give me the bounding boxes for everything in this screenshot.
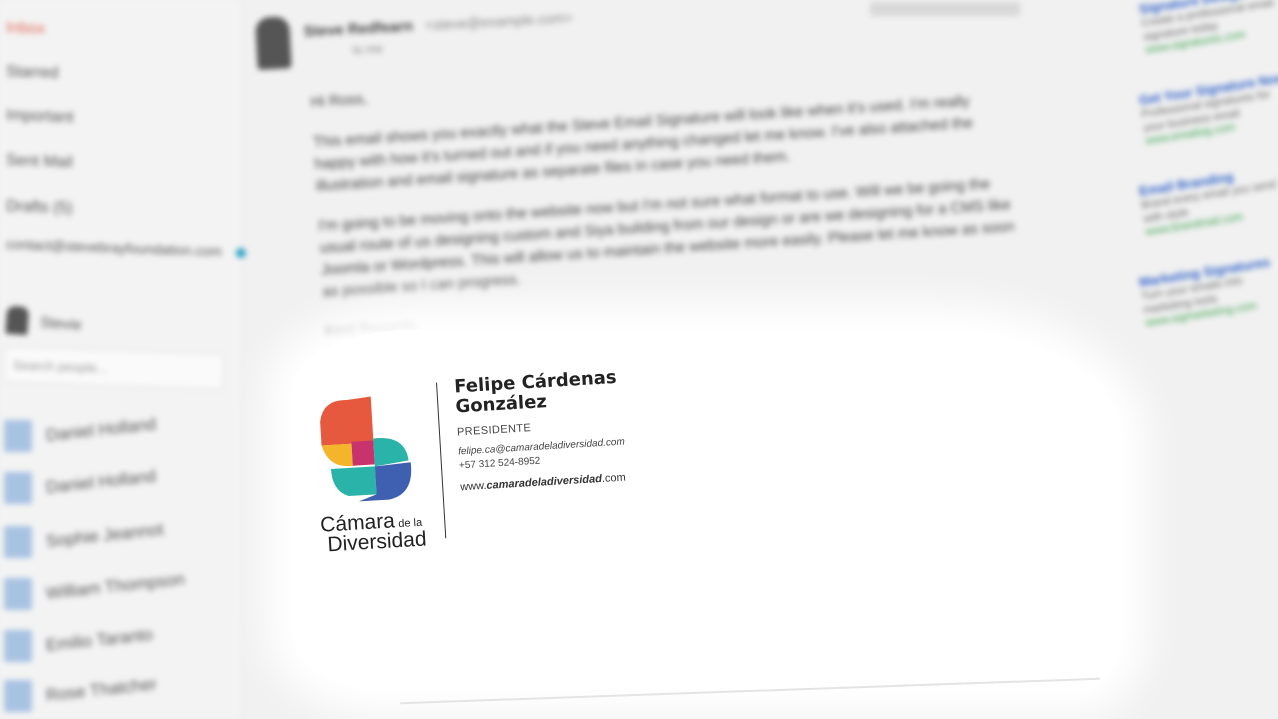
account-label: contact@stevebrayfoundation.com [5, 235, 223, 260]
logo-shape [373, 437, 409, 467]
ad-item[interactable]: Marketing Signatures Turn your emails in… [1138, 253, 1278, 329]
contact-item[interactable]: Sophie Jeannot [4, 520, 224, 558]
ad-item[interactable]: Signature Design Create a professional e… [1138, 0, 1278, 56]
sender-avatar [255, 16, 292, 70]
avatar [5, 305, 30, 336]
reply-action-bar[interactable] [870, 2, 1020, 16]
camara-diversidad-logo: Cámara de la Diversidad [320, 396, 427, 556]
search-people-input[interactable]: Search people... [3, 346, 225, 390]
contact-item[interactable]: William Thompson [4, 569, 224, 610]
sender-name: Steve Redfearn [303, 17, 414, 41]
sidebar-item-drafts[interactable]: Drafts (5) [6, 198, 73, 218]
sidebar-item-starred[interactable]: Starred [6, 63, 59, 83]
sidebar-item-account[interactable]: contact@stevebrayfoundation.com [6, 236, 246, 260]
logo-shape [330, 466, 377, 497]
online-status-dot-icon [235, 248, 246, 259]
website-suffix: .com [601, 471, 627, 485]
ad-item[interactable]: Get Your Signature Now Professional sign… [1138, 70, 1278, 148]
sidebar-item-sent-mail[interactable]: Sent Mail [6, 152, 73, 172]
website-domain: camaradeladiversidad [486, 472, 603, 492]
logo-shape [320, 396, 374, 446]
sidebar: Inbox Starred Important Sent Mail Drafts… [0, 0, 246, 719]
contact-item[interactable]: Rose Thatcher [4, 674, 224, 712]
signature-details: Felipe Cárdenas González PRESIDENTE feli… [454, 365, 676, 494]
logo-shape [351, 440, 375, 466]
contact-avatar [4, 472, 32, 504]
contact-name: Daniel Holland [44, 414, 157, 445]
ad-item[interactable]: Email Branding Brand every email you sen… [1138, 162, 1278, 238]
contact-name: Emilio Taranto [44, 624, 154, 655]
email-signature: Cámara de la Diversidad Felipe Cárdenas … [312, 365, 681, 556]
contact-item[interactable]: Daniel Holland [4, 414, 224, 452]
ads-sidebar: Signature Design Create a professional e… [1138, 0, 1278, 719]
contact-avatar [4, 680, 32, 712]
sender-email: <steve@example.com> [424, 9, 573, 34]
website-prefix: www. [459, 479, 487, 494]
sidebar-item-important[interactable]: Important [6, 107, 74, 127]
sidebar-item-inbox[interactable]: Inbox [6, 19, 46, 38]
contact-name: Sophie Jeannot [44, 519, 165, 551]
signature-website-link[interactable]: www.camaradeladiversidad.com [460, 469, 675, 494]
contact-avatar [4, 630, 32, 662]
contact-item[interactable]: Daniel Holland [4, 466, 224, 504]
contact-name: William Thompson [44, 569, 186, 603]
contacts-header[interactable]: Stevie [5, 305, 217, 350]
contact-avatar [4, 420, 32, 452]
contact-avatar [4, 526, 32, 558]
logo-shape [321, 443, 353, 467]
contact-avatar [4, 578, 32, 610]
contact-name: Daniel Holland [44, 466, 157, 497]
email-header: Steve Redfearn <steve@example.com> to me [255, 0, 677, 70]
contact-item[interactable]: Emilio Taranto [4, 625, 224, 662]
contacts-header-label: Stevie [39, 313, 83, 334]
contact-name: Rose Thatcher [44, 674, 158, 705]
